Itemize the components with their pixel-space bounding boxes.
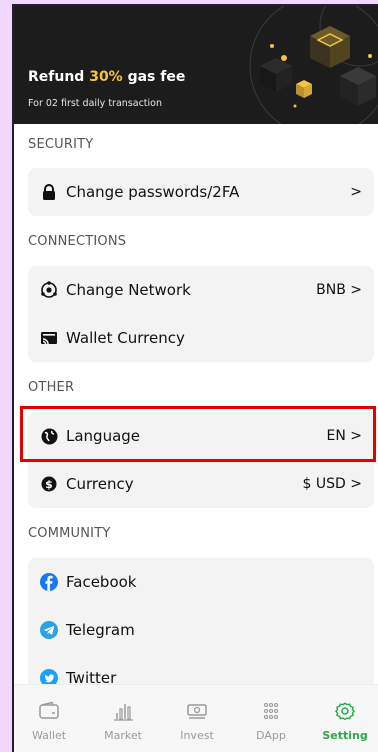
svg-text:$: $	[45, 478, 53, 491]
bottom-tab-bar: Wallet Market Invest DApp Setting	[14, 684, 378, 752]
change-passwords-chevron: >	[350, 184, 362, 200]
banner-title-highlight: 30%	[89, 69, 123, 85]
gear-icon	[335, 702, 355, 721]
network-icon	[40, 281, 58, 299]
tab-dapp[interactable]: DApp	[238, 685, 304, 752]
banner-title: Refund 30% gas fee	[28, 69, 185, 85]
section-label-security: SECURITY	[28, 137, 94, 152]
tab-dapp-label: DApp	[256, 729, 286, 742]
cast-icon	[40, 329, 58, 347]
facebook-label: Facebook	[66, 573, 137, 591]
tab-setting[interactable]: Setting	[312, 685, 378, 752]
currency-row[interactable]: $ Currency $ USD >	[28, 460, 374, 508]
banner-title-prefix: Refund	[28, 69, 90, 85]
banner-title-suffix: gas fee	[122, 69, 186, 85]
security-card: Change passwords/2FA >	[28, 168, 374, 216]
wallet-icon	[39, 701, 59, 719]
banner-subtitle: For 02 first daily transaction	[28, 98, 162, 109]
tab-market[interactable]: Market	[90, 685, 156, 752]
tab-invest[interactable]: Invest	[164, 685, 230, 752]
telegram-row[interactable]: Telegram	[28, 606, 374, 654]
change-passwords-label: Change passwords/2FA	[66, 183, 240, 201]
telegram-label: Telegram	[66, 621, 135, 639]
app-screen: Refund 30% gas fee For 02 first daily tr…	[12, 4, 378, 752]
facebook-icon	[40, 573, 58, 591]
tab-wallet[interactable]: Wallet	[16, 685, 82, 752]
community-card: Facebook Telegram Twitter	[28, 558, 374, 698]
invest-icon	[187, 704, 207, 719]
lock-icon	[40, 183, 58, 201]
dollar-coin-icon: $	[40, 475, 58, 493]
section-label-community: COMMUNITY	[28, 526, 111, 541]
tab-invest-label: Invest	[180, 729, 214, 742]
change-network-value: BNB >	[316, 282, 362, 298]
change-passwords-row[interactable]: Change passwords/2FA >	[28, 168, 374, 216]
connections-card: Change Network BNB > Wallet Currency	[28, 266, 374, 362]
market-icon	[114, 704, 133, 721]
section-label-other: OTHER	[28, 380, 75, 395]
wallet-currency-row[interactable]: Wallet Currency	[28, 314, 374, 362]
wallet-currency-label: Wallet Currency	[66, 329, 185, 347]
tab-market-label: Market	[104, 729, 142, 742]
tab-setting-label: Setting	[322, 729, 368, 742]
currency-label: Currency	[66, 475, 134, 493]
promo-banner[interactable]: Refund 30% gas fee For 02 first daily tr…	[14, 6, 378, 124]
dapp-icon	[263, 702, 279, 720]
section-label-connections: CONNECTIONS	[28, 234, 127, 249]
tab-wallet-label: Wallet	[31, 729, 67, 742]
change-network-label: Change Network	[66, 281, 191, 299]
change-network-row[interactable]: Change Network BNB >	[28, 266, 374, 314]
language-highlight-box	[20, 406, 376, 462]
telegram-icon	[40, 621, 58, 639]
facebook-row[interactable]: Facebook	[28, 558, 374, 606]
crypto-cubes-illustration	[200, 6, 378, 124]
currency-value: $ USD >	[302, 476, 362, 492]
